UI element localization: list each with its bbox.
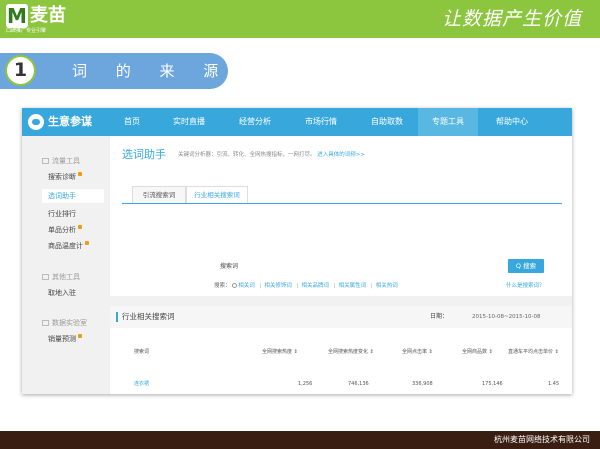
panel-title: 行业相关搜索词 [122, 312, 175, 321]
nav-item-tools[interactable]: 专题工具 [418, 108, 478, 136]
table-cell-items: 175,146 [482, 381, 503, 387]
chat-bubble-icon [28, 114, 44, 130]
date-range-picker[interactable]: 2015-10-08~2015-10-08 [472, 312, 541, 322]
table-cell-keyword[interactable]: 连衣裙 [134, 380, 149, 388]
new-badge-icon [78, 334, 82, 338]
keyword-input[interactable] [238, 259, 534, 273]
tab-traffic-words[interactable]: 引流搜索词 [132, 186, 186, 204]
table-header-cpc[interactable]: 直通车平均点击单价 ⇕ [508, 348, 559, 356]
sidebar-item-sales-forecast[interactable]: 销量预测 [48, 334, 82, 344]
table-header-heat-change[interactable]: 全网搜索热度变化 ⇕ [328, 348, 374, 356]
panel-accent-bar [116, 312, 118, 322]
nav-item-data-fetch[interactable]: 自助取数 [358, 108, 416, 136]
nav-item-operations[interactable]: 经营分析 [226, 108, 284, 136]
nav-item-help[interactable]: 帮助中心 [482, 108, 542, 136]
option-related[interactable]: 相关词 [238, 283, 255, 289]
app-screenshot-frame: 生意参谋 首页 实时直播 经营分析 市场行情 自助取数 专题工具 帮助中心 流量… [22, 108, 572, 394]
option-brand[interactable]: 相关品牌词 [302, 283, 330, 289]
nav-item-home[interactable]: 首页 [110, 108, 154, 136]
table-header-items[interactable]: 全网商品数 ⇕ [462, 348, 493, 356]
sidebar: 流量工具 搜索诊断 选词助手 行业排行 单品分析 商品温度计 其他工具 取地入驻… [22, 136, 110, 394]
sidebar-item-search-diagnosis[interactable]: 搜索诊断 [48, 172, 82, 182]
table-header-keyword: 搜索词 [134, 349, 150, 355]
logo-name: 麦苗 [30, 5, 66, 26]
sidebar-group-lab: 数据实验室 [42, 318, 87, 328]
table-cell-heat-change: 746,136 [348, 381, 369, 387]
sidebar-item-entry[interactable]: 取地入驻 [48, 288, 76, 298]
tab-industry-words[interactable]: 行业相关搜索词 [186, 186, 248, 204]
tab-underline [122, 203, 562, 204]
folder-icon [42, 274, 49, 280]
top-navigation: 生意参谋 首页 实时直播 经营分析 市场行情 自助取数 专题工具 帮助中心 [22, 108, 572, 136]
option-attribute[interactable]: 相关属性词 [339, 283, 367, 289]
option-modifier[interactable]: 相关修饰词 [264, 283, 292, 289]
nav-item-market[interactable]: 市场行情 [292, 108, 350, 136]
nav-item-live[interactable]: 实时直播 [160, 108, 218, 136]
brand-name: 生意参谋 [48, 115, 92, 128]
search-options: 搜索： 相关词 | 相关修饰词 | 相关品牌词 | 相关属性词 | 相关热词 [214, 283, 398, 289]
folder-icon [42, 158, 49, 164]
section-divider [110, 296, 572, 306]
slogan: 让数据产生价值 [441, 8, 582, 30]
sidebar-item-temperature[interactable]: 商品温度计 [48, 241, 89, 251]
help-link[interactable]: 什么是搜索词？ [506, 282, 545, 290]
sidebar-item-word-helper[interactable]: 选词助手 [42, 189, 104, 203]
sidebar-group-traffic: 流量工具 [42, 156, 80, 166]
sidebar-item-item-analysis[interactable]: 单品分析 [48, 225, 82, 235]
new-badge-icon [78, 172, 82, 176]
app-brand[interactable]: 生意参谋 [28, 111, 92, 133]
table-header-ctr[interactable]: 全网点击率 ⇕ [402, 348, 433, 356]
company-name: 杭州麦苗网络技术有限公司 [494, 435, 590, 444]
section-title: 词 的 来 源 [72, 62, 231, 80]
search-button[interactable]: Q 搜索 [508, 259, 544, 273]
main-content: 选词助手 关键词分析器：引流、转化、全网热搜指标，一网打尽。 进入具体的词频>>… [110, 136, 572, 394]
radio-icon[interactable] [232, 283, 238, 288]
new-badge-icon [85, 241, 89, 245]
date-label: 日期： [430, 313, 449, 320]
sidebar-item-industry-rank[interactable]: 行业排行 [48, 209, 76, 219]
flask-icon [42, 320, 49, 326]
company-logo: M 麦苗 口碑推广专业引擎 [6, 4, 78, 34]
table-header-heat[interactable]: 全网搜索热度 ⇕ [262, 348, 298, 356]
tool-title: 选词助手 [122, 148, 166, 161]
new-badge-icon [78, 225, 82, 229]
sidebar-group-other: 其他工具 [42, 272, 80, 282]
table-cell-heat: 1,256 [298, 381, 313, 387]
logo-mark: M [6, 4, 28, 28]
tool-desc-link[interactable]: 进入具体的词频>> [317, 152, 365, 158]
option-hot[interactable]: 相关热词 [376, 283, 398, 289]
logo-subtitle: 口碑推广专业引擎 [6, 28, 47, 34]
table-cell-ctr: 336,908 [412, 381, 433, 387]
table-cell-cpc: 1.45 [548, 381, 560, 387]
section-number-badge: 1 [5, 55, 36, 86]
tool-description: 关键词分析器：引流、转化、全网热搜指标，一网打尽。 进入具体的词频>> [178, 152, 365, 158]
